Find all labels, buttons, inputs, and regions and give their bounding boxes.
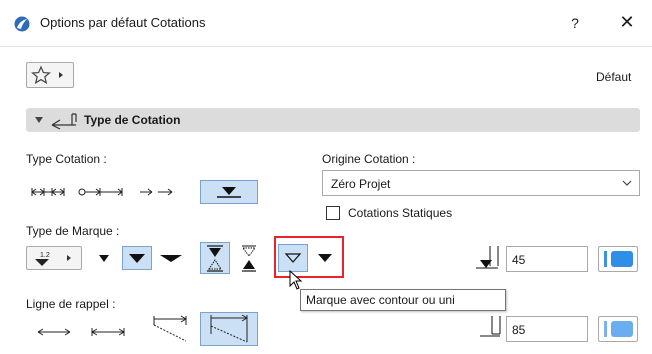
double-outline-triangle-icon	[242, 245, 256, 272]
help-button[interactable]: ?	[564, 12, 586, 34]
highlight-frame	[274, 236, 344, 278]
dimension-icon	[51, 113, 77, 130]
static-dimensions-checkbox[interactable]	[326, 206, 340, 220]
extension-length-field[interactable]: 85	[506, 316, 588, 342]
extension-line-full-option[interactable]	[200, 312, 258, 346]
origine-cotation-label: Origine Cotation :	[322, 152, 416, 166]
close-button[interactable]: ✕	[614, 10, 640, 34]
extension-length-value: 85	[512, 323, 526, 337]
chevron-down-icon	[622, 180, 632, 186]
marker-type-menu-button[interactable]: 1.2	[26, 246, 82, 270]
default-preset-label: Défaut	[596, 70, 632, 84]
marker-double-option[interactable]	[200, 242, 230, 274]
type-cotation-label: Type Cotation :	[26, 152, 107, 166]
elevation-dimension-option[interactable]	[76, 180, 126, 204]
archicad-app-icon	[14, 16, 30, 32]
filled-triangle-icon	[129, 254, 145, 263]
star-icon	[31, 65, 63, 85]
extension-line-short-icon	[91, 328, 125, 336]
tooltip: Marque avec contour ou uni	[300, 289, 506, 311]
window-title: Options par défaut Cotations	[40, 15, 206, 30]
elevation-dimension-icon	[78, 188, 123, 196]
marker-size-value: 45	[512, 253, 526, 267]
pen-bar	[604, 251, 607, 267]
section-title: Type de Cotation	[84, 113, 181, 127]
mouse-cursor-icon	[289, 270, 303, 290]
divider	[0, 46, 652, 47]
marker-size-field[interactable]: 45	[506, 246, 588, 272]
linear-dimension-icon	[31, 188, 65, 196]
extension-line-short-option[interactable]	[88, 320, 128, 344]
svg-text:1.2: 1.2	[40, 252, 50, 259]
marker-size-icon: 1.2	[35, 252, 71, 266]
section-header-type-cotation[interactable]: Type de Cotation	[26, 108, 640, 132]
linear-dimension-option[interactable]	[28, 180, 68, 204]
marker-double-outline-option[interactable]	[236, 242, 262, 274]
collapse-triangle-icon	[35, 117, 43, 123]
pen-color-swatch	[611, 321, 633, 337]
cumulative-dimension-icon	[140, 188, 173, 196]
marker-filled-small-option[interactable]	[90, 246, 118, 270]
marker-height-icon	[476, 246, 499, 269]
extension-line-full-icon	[210, 314, 248, 343]
static-dimensions-label: Cotations Statiques	[348, 206, 453, 220]
level-marker-option[interactable]	[200, 180, 258, 204]
origine-cotation-value: Zéro Projet	[331, 177, 391, 191]
origine-cotation-select[interactable]: Zéro Projet	[322, 170, 640, 196]
marker-pen-button[interactable]	[598, 246, 638, 272]
extension-pen-button[interactable]	[598, 316, 638, 342]
cumulative-dimension-option[interactable]	[136, 180, 176, 204]
wide-triangle-icon	[160, 255, 182, 262]
pen-bar	[604, 321, 607, 337]
extension-line-none-option[interactable]	[34, 320, 74, 344]
marker-wide-option[interactable]	[156, 246, 186, 270]
type-marque-label: Type de Marque :	[26, 224, 120, 238]
extension-line-none-icon	[37, 328, 71, 336]
filled-triangle-small-icon	[99, 255, 109, 262]
level-marker-icon	[217, 187, 241, 198]
double-triangle-icon	[207, 245, 223, 272]
extension-length-icon	[480, 316, 501, 337]
ligne-rappel-label: Ligne de rappel :	[26, 297, 116, 311]
title-bar: Options par défaut Cotations ? ✕	[0, 0, 652, 46]
pen-color-swatch	[611, 251, 633, 267]
marker-filled-option[interactable]	[122, 246, 152, 270]
extension-line-dashed-icon	[153, 315, 187, 342]
favorites-button[interactable]	[26, 62, 74, 88]
extension-line-dashed-option[interactable]	[150, 314, 190, 344]
